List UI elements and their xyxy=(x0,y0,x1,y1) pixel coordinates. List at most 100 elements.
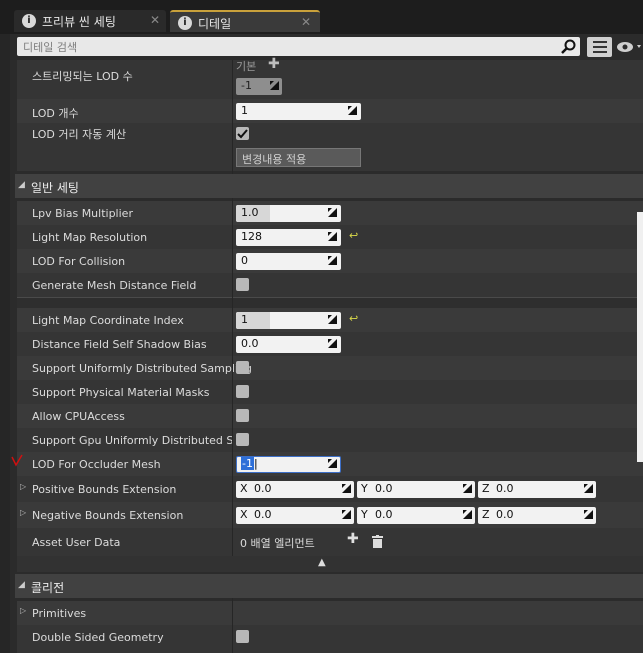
resize-icon xyxy=(328,232,337,241)
group-divider xyxy=(17,297,643,308)
scrollbar-thumb[interactable] xyxy=(637,212,643,462)
property-label: Primitives xyxy=(32,607,87,620)
list-icon xyxy=(593,41,607,53)
property-label: Double Sided Geometry xyxy=(32,631,164,644)
vector-x-field[interactable]: X 0.0 xyxy=(236,507,354,524)
search-icon[interactable] xyxy=(561,39,577,54)
property-label: Support Gpu Uniformly Distributed Samp xyxy=(32,434,232,447)
column-separator xyxy=(232,60,233,174)
add-element-icon[interactable]: ✚ xyxy=(347,531,359,547)
add-icon[interactable]: ✚ xyxy=(268,56,280,72)
lod-count-row: LOD 개수 1 xyxy=(17,99,643,123)
resize-icon xyxy=(328,208,337,217)
vector-y-field[interactable]: Y 0.0 xyxy=(357,507,475,524)
property-row: Support Physical Material Masks xyxy=(17,380,643,404)
left-edge-strip xyxy=(0,0,10,653)
selected-text: -1 xyxy=(241,457,254,470)
property-label: Light Map Resolution xyxy=(32,231,148,244)
vector-z-field[interactable]: Z 0.0 xyxy=(478,481,596,498)
slider-field[interactable]: 1.0 xyxy=(236,205,341,222)
property-row: Asset User Data 0 배열 엘리먼트 ✚ xyxy=(17,528,643,556)
array-count: 0 배열 엘리먼트 xyxy=(240,537,315,550)
vector-x-field[interactable]: X 0.0 xyxy=(236,481,354,498)
resize-icon xyxy=(328,256,337,265)
section-title: 일반 세팅 xyxy=(31,181,79,195)
resize-icon xyxy=(584,484,593,493)
reset-to-default-icon[interactable]: ↩ xyxy=(349,229,358,242)
property-label: Positive Bounds Extension xyxy=(32,483,177,496)
checkbox[interactable] xyxy=(236,278,249,291)
number-field[interactable]: 0 xyxy=(236,253,341,270)
expand-arrow-icon[interactable]: ▷ xyxy=(20,482,26,491)
close-icon[interactable]: ✕ xyxy=(301,15,311,29)
slider-field[interactable]: 1 xyxy=(236,312,341,329)
expand-arrow-icon[interactable]: ▷ xyxy=(20,508,26,517)
section-header-general[interactable]: ◢ 일반 세팅 xyxy=(15,174,643,198)
property-label: Light Map Coordinate Index xyxy=(32,314,184,327)
resize-icon xyxy=(270,81,279,90)
property-label: LOD 개수 xyxy=(32,107,79,120)
collapse-up-icon: ▲ xyxy=(318,557,326,568)
resize-icon xyxy=(463,484,472,493)
expand-arrow-icon[interactable]: ▷ xyxy=(20,606,26,615)
property-label: Distance Field Self Shadow Bias xyxy=(32,338,207,351)
collapse-arrow-icon: ◢ xyxy=(18,580,25,590)
property-row: ▷ Primitives xyxy=(17,601,643,625)
number-field-focused[interactable]: -1| xyxy=(236,456,341,473)
streamed-lod-field[interactable]: -1 xyxy=(236,78,282,95)
property-label: LOD For Occluder Mesh xyxy=(32,458,161,471)
auto-lod-checkbox[interactable] xyxy=(236,127,249,140)
tab-label: 디테일 xyxy=(198,17,232,31)
property-label: Lpv Bias Multiplier xyxy=(32,207,133,220)
resize-icon xyxy=(463,510,472,519)
resize-icon xyxy=(328,315,337,324)
auto-lod-row: LOD 거리 자동 계산 변경내용 적용 xyxy=(17,123,643,171)
collapse-arrow-icon: ◢ xyxy=(18,180,25,190)
tab-preview-scene-settings[interactable]: i 프리뷰 씬 세팅 ✕ xyxy=(14,10,166,32)
property-label: Generate Mesh Distance Field xyxy=(32,279,197,292)
resize-icon xyxy=(328,339,337,348)
close-icon[interactable]: ✕ xyxy=(150,13,160,27)
property-row: ▷ Positive Bounds Extension X 0.0 Y 0.0 … xyxy=(17,476,643,502)
eye-icon[interactable] xyxy=(616,40,643,54)
apply-changes-button[interactable]: 변경내용 적용 xyxy=(236,148,361,167)
default-label: 기본 xyxy=(236,60,257,73)
resize-icon xyxy=(348,106,357,115)
number-field[interactable]: 0.0 xyxy=(236,336,341,353)
property-label: Support Physical Material Masks xyxy=(32,386,210,399)
checkbox[interactable] xyxy=(236,385,249,398)
info-icon: i xyxy=(22,14,36,28)
streamed-lod-row: 스트리밍되는 LOD 수 기본 ✚ -1 xyxy=(17,56,643,99)
lod-count-field[interactable]: 1 xyxy=(236,103,361,120)
column-separator xyxy=(232,598,233,653)
checkmark-icon xyxy=(237,129,248,139)
number-field[interactable]: 128 xyxy=(236,229,341,246)
vector-z-field[interactable]: Z 0.0 xyxy=(478,507,596,524)
search-input[interactable]: 디테일 검색 xyxy=(17,37,580,56)
property-row: Double Sided Geometry xyxy=(17,625,643,653)
property-row: Distance Field Self Shadow Bias 0.0 xyxy=(17,332,643,356)
property-row: Lpv Bias Multiplier 1.0 xyxy=(17,201,643,225)
resize-icon xyxy=(342,484,351,493)
view-options-button[interactable] xyxy=(587,37,612,57)
property-row: Support Uniformly Distributed Sampling xyxy=(17,356,643,380)
checkbox[interactable] xyxy=(236,409,249,422)
section-header-collision[interactable]: ◢ 콜리전 xyxy=(15,574,643,598)
property-row: LOD For Collision 0 xyxy=(17,249,643,273)
annotation-check-mark xyxy=(11,454,23,467)
checkbox[interactable] xyxy=(236,630,249,643)
property-row: LOD For Occluder Mesh -1| xyxy=(17,452,643,476)
checkbox[interactable] xyxy=(236,361,249,374)
vector-y-field[interactable]: Y 0.0 xyxy=(357,481,475,498)
resize-icon xyxy=(584,510,593,519)
property-label: LOD 거리 자동 계산 xyxy=(32,128,127,141)
property-row: Light Map Coordinate Index 1 ↩ xyxy=(17,308,643,332)
section-title: 콜리전 xyxy=(31,581,65,595)
advanced-toggle-bar[interactable]: ▲ xyxy=(17,556,643,572)
reset-to-default-icon[interactable]: ↩ xyxy=(349,312,358,325)
checkbox[interactable] xyxy=(236,433,249,446)
trash-icon[interactable] xyxy=(372,535,383,548)
property-row: Support Gpu Uniformly Distributed Samp xyxy=(17,428,643,452)
tab-details[interactable]: i 디테일 ✕ xyxy=(170,10,320,32)
property-row: ▷ Negative Bounds Extension X 0.0 Y 0.0 … xyxy=(17,502,643,528)
